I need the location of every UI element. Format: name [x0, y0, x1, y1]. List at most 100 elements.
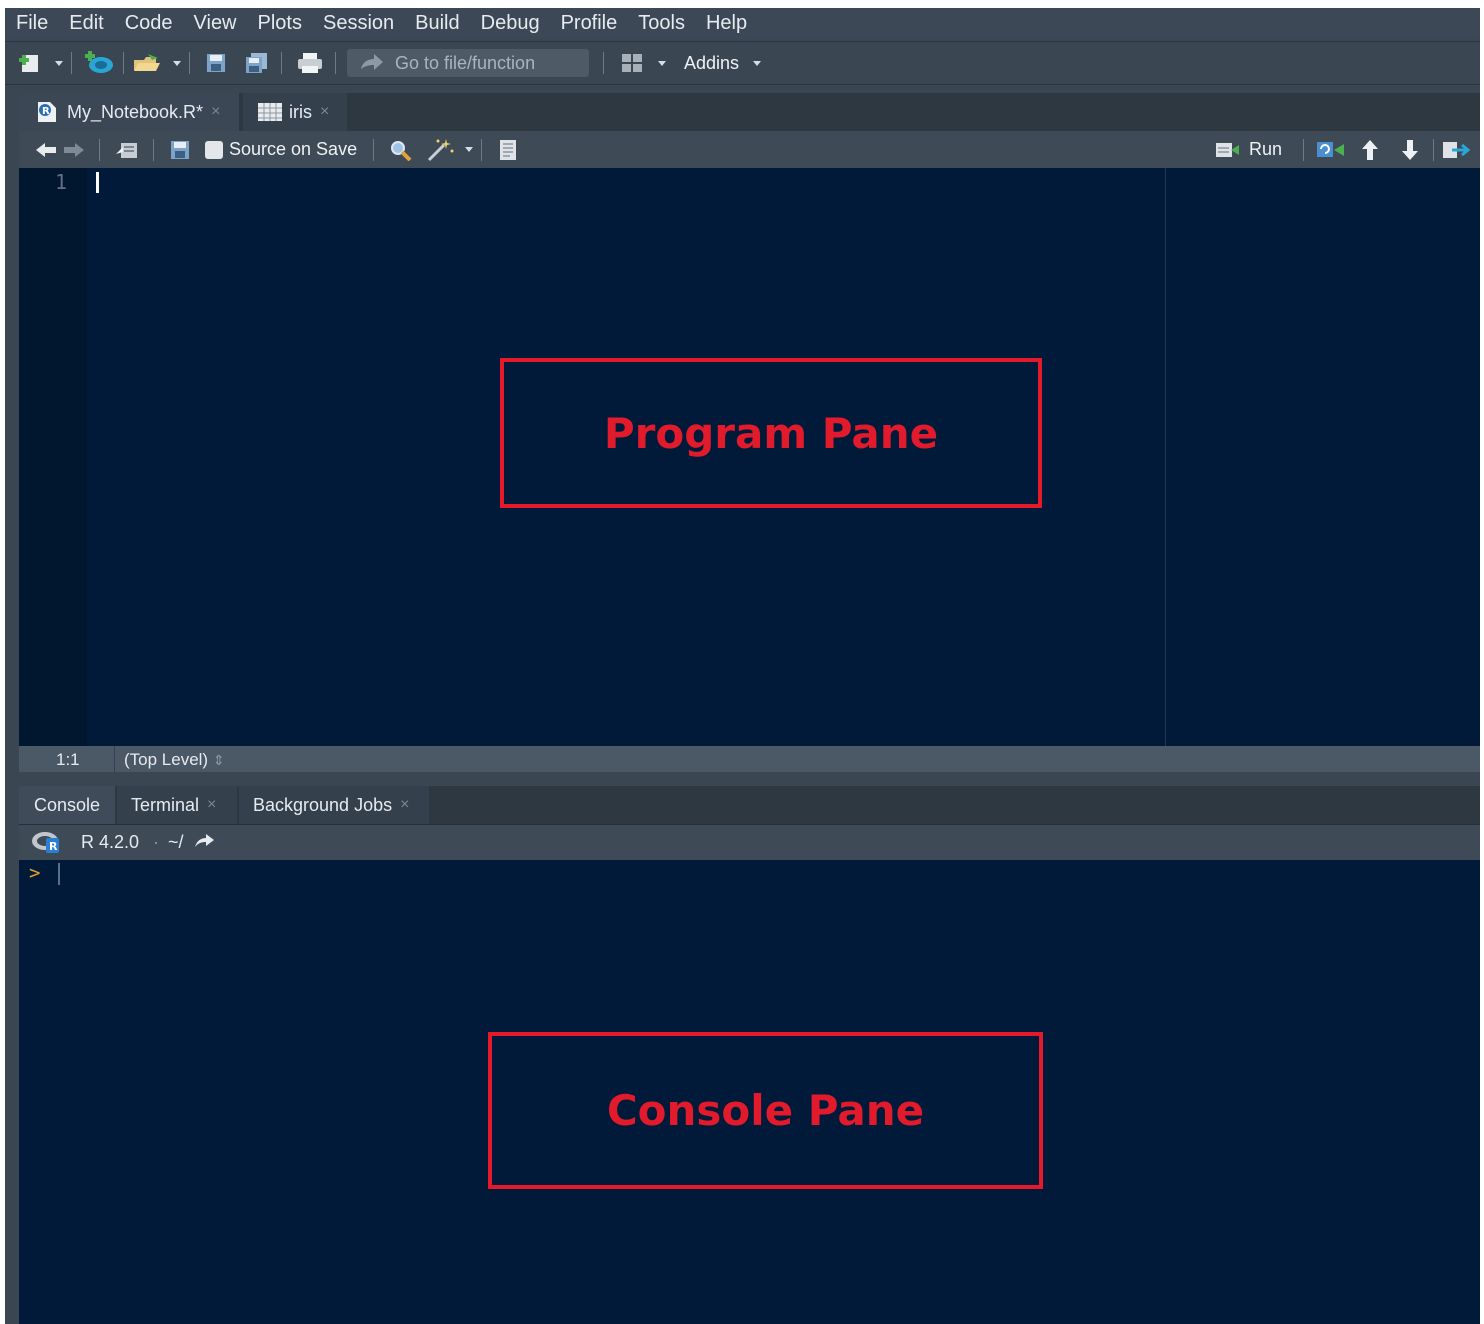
menu-plots[interactable]: Plots — [247, 8, 312, 39]
toolbar-separator — [335, 52, 336, 74]
close-icon[interactable]: × — [400, 796, 409, 814]
workspace-panes-dropdown[interactable] — [656, 42, 668, 84]
new-file-dropdown[interactable] — [53, 42, 65, 84]
menu-bar: File Edit Code View Plots Session Build … — [5, 8, 1480, 39]
chevron-down-icon — [55, 60, 63, 66]
save-all-button[interactable] — [243, 42, 271, 84]
toolbar-separator — [1433, 139, 1434, 161]
back-button[interactable] — [33, 131, 59, 168]
source-tab-strip: R My_Notebook.R* × iris × — [19, 93, 1480, 132]
close-icon[interactable]: × — [207, 796, 216, 814]
console-pane-annotation: Console Pane — [488, 1032, 1043, 1189]
go-to-file-placeholder: Go to file/function — [395, 52, 536, 73]
svg-text:R: R — [42, 106, 50, 117]
find-replace-button[interactable] — [387, 131, 415, 168]
show-in-new-window-button[interactable] — [113, 131, 141, 168]
run-label: Run — [1249, 139, 1283, 159]
toolbar-separator — [99, 139, 100, 161]
editor-status-bar: 1:1 (Top Level) ⇕ — [19, 746, 1480, 772]
scope-selector[interactable]: (Top Level) ⇕ — [124, 750, 225, 770]
rerun-icon — [1317, 141, 1344, 157]
menu-code[interactable]: Code — [114, 8, 183, 39]
tab-background-jobs[interactable]: Background Jobs × — [239, 786, 429, 824]
r-script-icon: R — [38, 102, 56, 122]
menu-debug[interactable]: Debug — [470, 8, 550, 39]
tab-iris[interactable]: iris × — [243, 93, 347, 131]
new-file-button[interactable] — [15, 42, 43, 84]
tab-label: Console — [33, 794, 101, 815]
open-file-dropdown[interactable] — [171, 42, 183, 84]
source-script-button[interactable] — [1441, 131, 1471, 168]
compile-report-button[interactable] — [495, 131, 521, 168]
console-prompt: > — [29, 862, 41, 884]
toolbar-separator — [281, 52, 282, 74]
close-icon[interactable]: × — [320, 103, 329, 121]
chevron-down-icon — [173, 60, 181, 66]
line-number: 1 — [55, 170, 68, 194]
menu-edit[interactable]: Edit — [58, 8, 113, 39]
tab-my-notebook[interactable]: R My_Notebook.R* × — [19, 93, 239, 131]
menu-build[interactable]: Build — [404, 8, 469, 39]
close-icon[interactable]: × — [211, 103, 220, 121]
console-cursor — [58, 863, 60, 885]
arrow-up-icon — [1362, 139, 1378, 160]
go-to-file-function-input[interactable]: Go to file/function — [347, 49, 589, 77]
open-file-button[interactable] — [131, 42, 163, 84]
print-margin-line — [1165, 168, 1166, 746]
menu-file[interactable]: File — [5, 8, 58, 39]
go-to-previous-section-button[interactable] — [1357, 131, 1383, 168]
toolbar-separator — [603, 52, 604, 74]
line-number-gutter: 1 — [19, 168, 87, 746]
toolbar-separator — [481, 139, 482, 161]
save-button[interactable] — [203, 42, 229, 84]
magnifier-icon — [391, 140, 412, 161]
main-toolbar: Go to file/function Addins — [5, 41, 1480, 85]
source-on-save-label: Source on Save — [229, 139, 358, 159]
tab-label: iris — [289, 101, 312, 122]
rstudio-window: File Edit Code View Plots Session Build … — [5, 8, 1480, 1324]
go-to-directory-icon[interactable] — [193, 833, 215, 849]
code-tools-button[interactable] — [425, 131, 455, 168]
magic-wand-icon — [427, 138, 454, 161]
chevron-down-icon — [465, 147, 473, 152]
new-project-button[interactable] — [79, 42, 117, 84]
tab-terminal[interactable]: Terminal × — [117, 786, 237, 824]
source-on-save-checkbox[interactable] — [205, 140, 223, 159]
toolbar-separator — [153, 139, 154, 161]
text-cursor — [96, 172, 99, 193]
menu-tools[interactable]: Tools — [627, 8, 695, 39]
code-tools-dropdown[interactable] — [463, 131, 475, 168]
source-icon — [1443, 141, 1470, 158]
working-directory[interactable]: ~/ — [168, 832, 184, 853]
menu-profile[interactable]: Profile — [550, 8, 628, 39]
r-logo-icon: R — [32, 832, 59, 853]
updown-arrows-icon: ⇕ — [212, 752, 225, 768]
rerun-button[interactable] — [1315, 131, 1347, 168]
arrow-down-icon — [1402, 139, 1418, 160]
menu-help[interactable]: Help — [695, 8, 757, 39]
save-document-button[interactable] — [167, 131, 193, 168]
menu-session[interactable]: Session — [312, 8, 404, 39]
addins-button[interactable]: Addins — [684, 42, 739, 84]
toolbar-separator — [189, 52, 190, 74]
table-icon — [258, 103, 282, 121]
r-project-icon — [85, 51, 113, 73]
workspace-panes-button[interactable] — [619, 42, 645, 84]
program-pane-label: Program Pane — [603, 408, 939, 458]
save-icon — [171, 140, 189, 159]
run-button[interactable]: Run — [1215, 131, 1295, 168]
tab-console[interactable]: Console — [19, 786, 115, 824]
console-toolbar: R R 4.2.0 · ~/ — [19, 825, 1480, 860]
print-button[interactable] — [295, 42, 325, 84]
program-pane-annotation: Program Pane — [500, 358, 1042, 508]
separator-dot: · — [153, 832, 159, 852]
save-all-icon — [246, 53, 267, 73]
menu-view[interactable]: View — [183, 8, 247, 39]
chevron-down-icon — [753, 60, 761, 66]
addins-dropdown[interactable] — [751, 42, 763, 84]
forward-button[interactable] — [61, 131, 87, 168]
go-to-next-section-button[interactable] — [1397, 131, 1423, 168]
tab-label: Background Jobs — [253, 794, 393, 815]
arrow-left-icon — [36, 142, 56, 157]
source-on-save-toggle[interactable]: Source on Save — [205, 131, 375, 168]
